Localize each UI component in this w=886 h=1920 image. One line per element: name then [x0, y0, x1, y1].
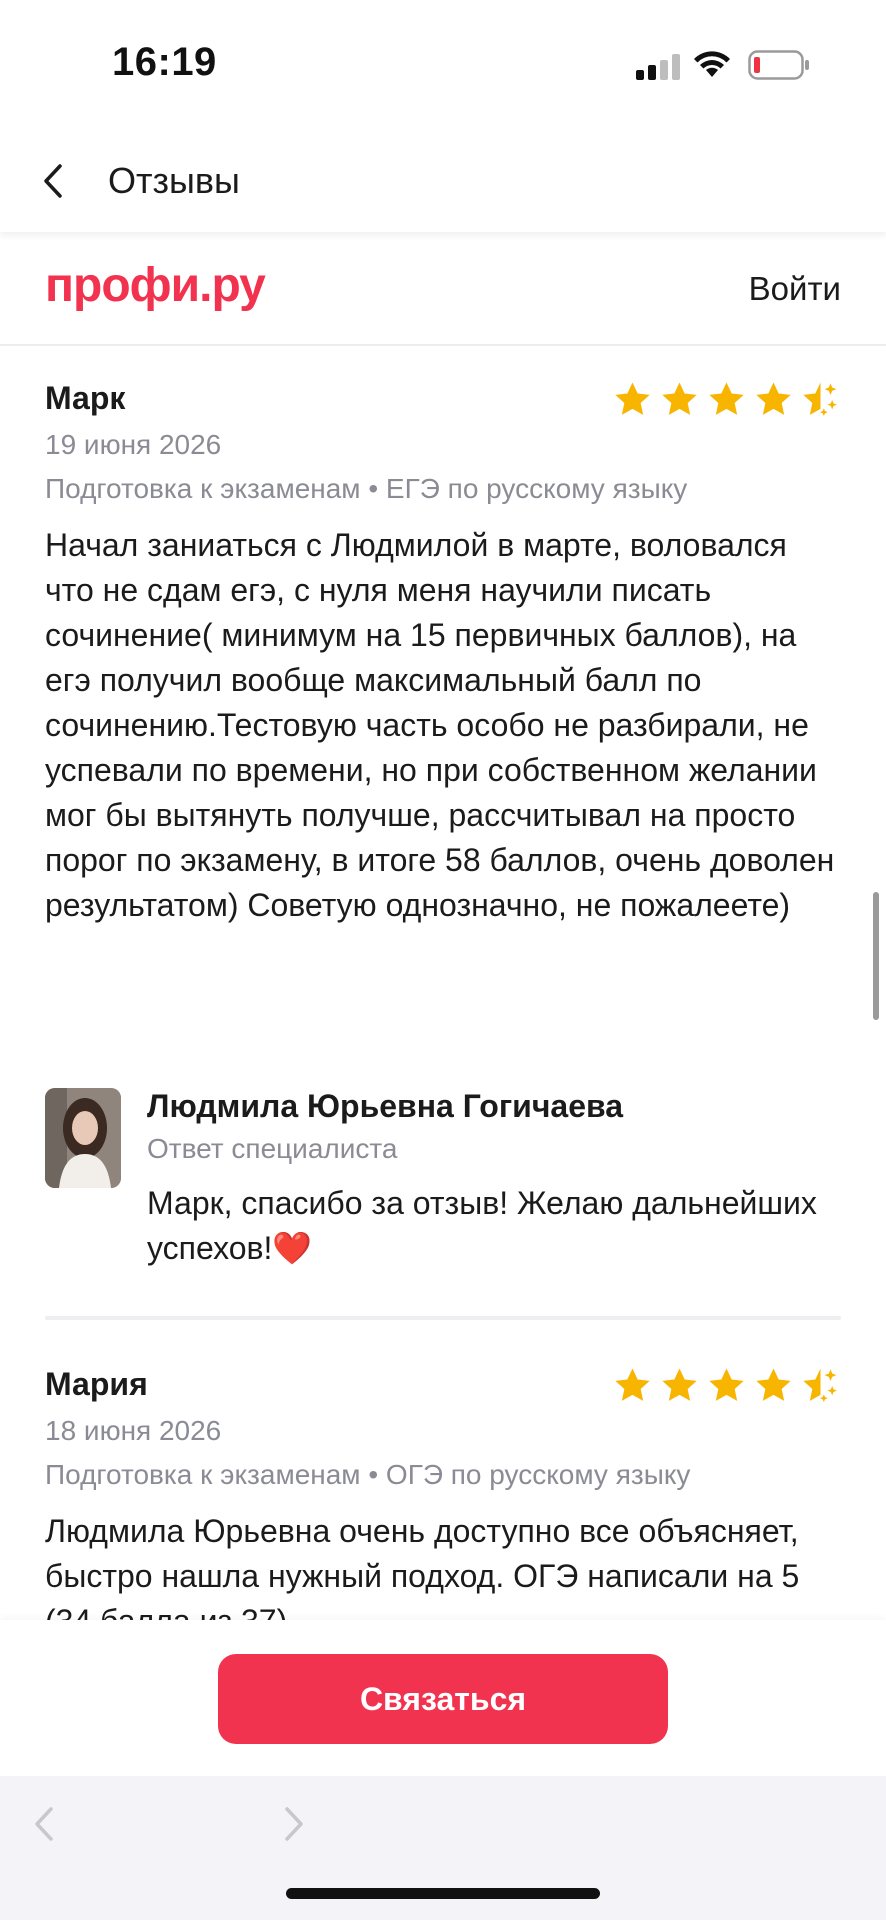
review-text: Людмила Юрьевна очень доступно все объяс…: [45, 1513, 800, 1620]
review-card: Мария 18 июня 2026 Подготовка к экзамена…: [45, 1366, 841, 1620]
scrollbar[interactable]: [873, 892, 879, 1020]
star-icon: [709, 1368, 744, 1401]
star-icon: [756, 1368, 791, 1401]
reply-role: Ответ специалиста: [147, 1133, 398, 1164]
review-rating: [612, 380, 841, 420]
profi-logo[interactable]: профи.ру: [45, 258, 266, 313]
star-icon: [662, 1368, 697, 1401]
review-date: 18 июня 2026: [45, 1415, 222, 1446]
review-category: Подготовка к экзаменам • ЕГЭ по русскому…: [45, 473, 688, 504]
home-indicator[interactable]: [286, 1888, 600, 1899]
star-icon: [615, 1368, 650, 1401]
review-text: Начал заниаться с Людмилой в марте, воло…: [45, 527, 835, 923]
bottom-action-bar: Связаться: [0, 1620, 886, 1776]
signal-icon: [636, 54, 680, 80]
wifi-icon: [694, 51, 730, 77]
star-icon: [615, 382, 650, 415]
status-time: 16:19: [112, 40, 217, 84]
star-icon: [709, 382, 744, 415]
reply-text: Марк, спасибо за отзыв! Желаю дальнейших…: [147, 1185, 817, 1266]
review-date: 19 июня 2026: [45, 429, 222, 460]
star-icon: [662, 382, 697, 415]
battery-icon: [748, 50, 809, 80]
login-link[interactable]: Войти: [749, 270, 841, 308]
half-star-icon: [803, 1368, 837, 1402]
sparkle-icon: [820, 1369, 837, 1402]
reply-content: Людмила Юрьевна Гогичаева Ответ специали…: [147, 1088, 841, 1271]
avatar[interactable]: [45, 1088, 121, 1188]
site-header: профи.ру Войти: [0, 240, 886, 346]
chevron-left-icon: [44, 164, 62, 198]
review-category: Подготовка к экзаменам • ОГЭ по русскому…: [45, 1459, 691, 1490]
reviews-list: Марк 19 июня 2026 Подготовка к экзаменам…: [0, 346, 886, 1620]
status-bar: 16:19: [0, 0, 886, 130]
back-button[interactable]: [30, 158, 76, 204]
contact-button[interactable]: Связаться: [218, 1654, 668, 1744]
review-card: Марк 19 июня 2026 Подготовка к экзаменам…: [45, 380, 841, 928]
browser-forward-icon[interactable]: [282, 1806, 306, 1842]
review-rating: [612, 1366, 841, 1406]
nav-header: Отзывы: [0, 130, 886, 232]
reply-author: Людмила Юрьевна Гогичаева: [147, 1088, 624, 1124]
browser-back-icon[interactable]: [32, 1806, 56, 1842]
star-icon: [756, 382, 791, 415]
half-star-icon: [803, 382, 837, 416]
sparkle-icon: [820, 383, 837, 416]
page-title: Отзывы: [108, 160, 240, 201]
divider: [45, 1316, 841, 1320]
